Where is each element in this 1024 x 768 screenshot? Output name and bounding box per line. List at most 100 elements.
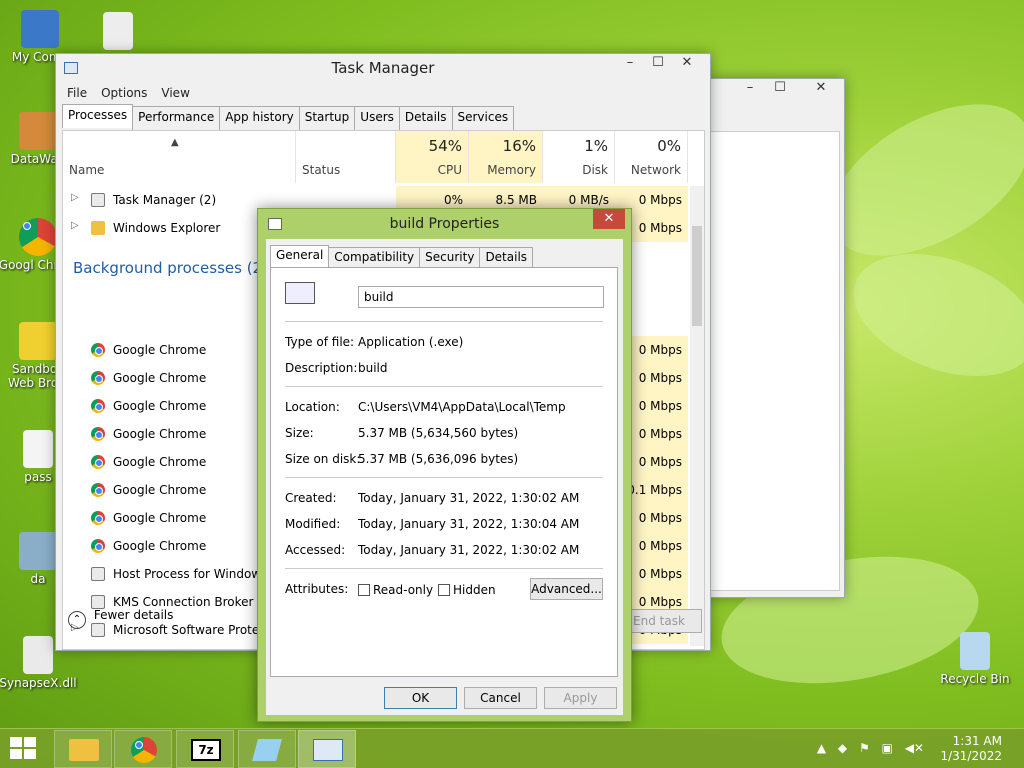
column-disk[interactable]: 1% Disk	[543, 131, 615, 183]
tab-details[interactable]: Details	[479, 247, 534, 269]
type-value: Application (.exe)	[358, 335, 464, 349]
show-hidden-icons-icon[interactable]: ▲	[817, 741, 826, 755]
tab-app-history[interactable]: App history	[219, 106, 300, 130]
size-value: 5.37 MB (5,634,560 bytes)	[358, 426, 519, 440]
column-name[interactable]: ▲ Name	[63, 131, 296, 183]
menu-file[interactable]: File	[60, 82, 94, 104]
chrome-icon	[91, 539, 105, 553]
divider	[285, 321, 603, 322]
minimize-button[interactable]: –	[736, 79, 764, 99]
taskbar-notepad[interactable]	[238, 730, 296, 768]
size-label: Size:	[285, 426, 314, 440]
type-label: Type of file:	[285, 335, 355, 349]
tab-processes[interactable]: Processes	[62, 104, 134, 128]
tab-strip: Processes Performance App history Startu…	[62, 104, 515, 130]
description-value: build	[358, 361, 388, 375]
start-button[interactable]	[8, 737, 38, 761]
column-cpu[interactable]: 54% CPU	[396, 131, 469, 183]
action-center-flag-icon[interactable]: ⚑	[859, 741, 870, 755]
network-icon[interactable]: ▣	[882, 741, 893, 755]
location-value: C:\Users\VM4\AppData\Local\Temp	[358, 400, 566, 414]
accessed-value: Today, January 31, 2022, 1:30:02 AM	[358, 543, 580, 557]
sort-up-icon: ▲	[171, 137, 179, 148]
tab-users[interactable]: Users	[354, 106, 400, 130]
tab-services[interactable]: Services	[451, 106, 515, 130]
location-label: Location:	[285, 400, 340, 414]
title-bar[interactable]: Task Manager – ☐ ✕	[56, 54, 710, 82]
task-manager-icon	[313, 739, 343, 761]
process-icon	[91, 595, 105, 609]
description-label: Description:	[285, 361, 358, 375]
process-icon	[91, 567, 105, 581]
folder-icon	[91, 221, 105, 235]
column-memory[interactable]: 16% Memory	[469, 131, 543, 183]
menu-bar: File Options View	[60, 82, 197, 104]
checkbox-icon	[358, 584, 370, 596]
tab-security[interactable]: Security	[419, 247, 481, 269]
filename-input[interactable]: build	[358, 286, 604, 308]
chrome-icon	[91, 483, 105, 497]
maximize-button[interactable]: ☐	[766, 79, 794, 99]
dialog-body: General Compatibility Security Details b…	[266, 239, 623, 715]
column-network[interactable]: 0% Network	[615, 131, 688, 183]
dialog-title: build Properties	[389, 216, 500, 232]
scrollbar-thumb[interactable]	[692, 226, 702, 326]
clock-time: 1:31 AM	[952, 734, 1002, 748]
apply-button[interactable]: Apply	[544, 687, 617, 709]
fewer-details-button[interactable]: ⌃ Fewer details	[68, 608, 173, 635]
desktop-icon-recycle-bin[interactable]: Recycle Bin	[935, 632, 1015, 686]
menu-options[interactable]: Options	[94, 82, 154, 104]
modified-value: Today, January 31, 2022, 1:30:04 AM	[358, 517, 580, 531]
folder-icon	[69, 739, 99, 761]
taskbar: 7z ▲ ◆ ⚑ ▣ ◀✕ 1:31 AM 1/31/2022	[0, 728, 1024, 768]
readonly-checkbox[interactable]: Read-only	[358, 583, 433, 597]
expand-icon[interactable]: ▷	[71, 220, 79, 231]
taskbar-7zip[interactable]: 7z	[176, 730, 234, 768]
window-title: Task Manager	[331, 59, 435, 77]
background-processes-header: Background processes (26)	[73, 259, 278, 277]
close-button[interactable]: ✕	[593, 209, 625, 229]
windows-logo-icon	[10, 737, 36, 759]
advanced-button[interactable]: Advanced...	[530, 578, 603, 600]
ok-button[interactable]: OK	[384, 687, 457, 709]
clock[interactable]: 1:31 AM 1/31/2022	[940, 734, 1002, 764]
properties-dialog[interactable]: build Properties ✕ General Compatibility…	[257, 208, 632, 722]
divider	[285, 568, 603, 569]
security-icon[interactable]: ◆	[838, 741, 847, 755]
cancel-button[interactable]: Cancel	[464, 687, 537, 709]
chrome-icon	[91, 371, 105, 385]
chrome-icon	[91, 455, 105, 469]
expand-icon[interactable]: ▷	[71, 192, 79, 203]
close-button[interactable]: ✕	[668, 54, 706, 74]
system-tray: ▲ ◆ ⚑ ▣ ◀✕	[817, 741, 924, 755]
chrome-icon	[91, 427, 105, 441]
modified-label: Modified:	[285, 517, 341, 531]
clock-date: 1/31/2022	[940, 749, 1002, 763]
created-value: Today, January 31, 2022, 1:30:02 AM	[358, 491, 580, 505]
general-pane: build Type of file: Application (.exe) D…	[270, 267, 618, 677]
dialog-tabs: General Compatibility Security Details	[270, 245, 534, 269]
accessed-label: Accessed:	[285, 543, 346, 557]
tab-general[interactable]: General	[270, 245, 330, 267]
taskbar-file-explorer[interactable]	[54, 730, 112, 768]
scrollbar[interactable]	[690, 186, 704, 646]
close-button[interactable]: ✕	[802, 79, 840, 99]
divider	[285, 386, 603, 387]
hidden-checkbox[interactable]: Hidden	[438, 583, 496, 597]
minimize-button[interactable]: –	[616, 54, 644, 74]
tab-performance[interactable]: Performance	[132, 106, 221, 130]
tab-details[interactable]: Details	[398, 106, 453, 130]
menu-view[interactable]: View	[154, 82, 196, 104]
notepad-icon	[252, 739, 282, 761]
desktop-icon-file[interactable]	[78, 12, 158, 52]
application-icon	[285, 282, 315, 304]
size-on-disk-value: 5.37 MB (5,636,096 bytes)	[358, 452, 519, 466]
background-explorer-window[interactable]: – ☐ ✕	[705, 78, 845, 598]
taskbar-chrome[interactable]	[114, 730, 172, 768]
volume-muted-icon[interactable]: ◀✕	[905, 741, 924, 755]
column-status[interactable]: Status	[296, 131, 396, 183]
taskbar-task-manager[interactable]	[298, 730, 356, 768]
tab-startup[interactable]: Startup	[298, 106, 356, 130]
tab-compatibility[interactable]: Compatibility	[328, 247, 421, 269]
divider	[285, 477, 603, 478]
